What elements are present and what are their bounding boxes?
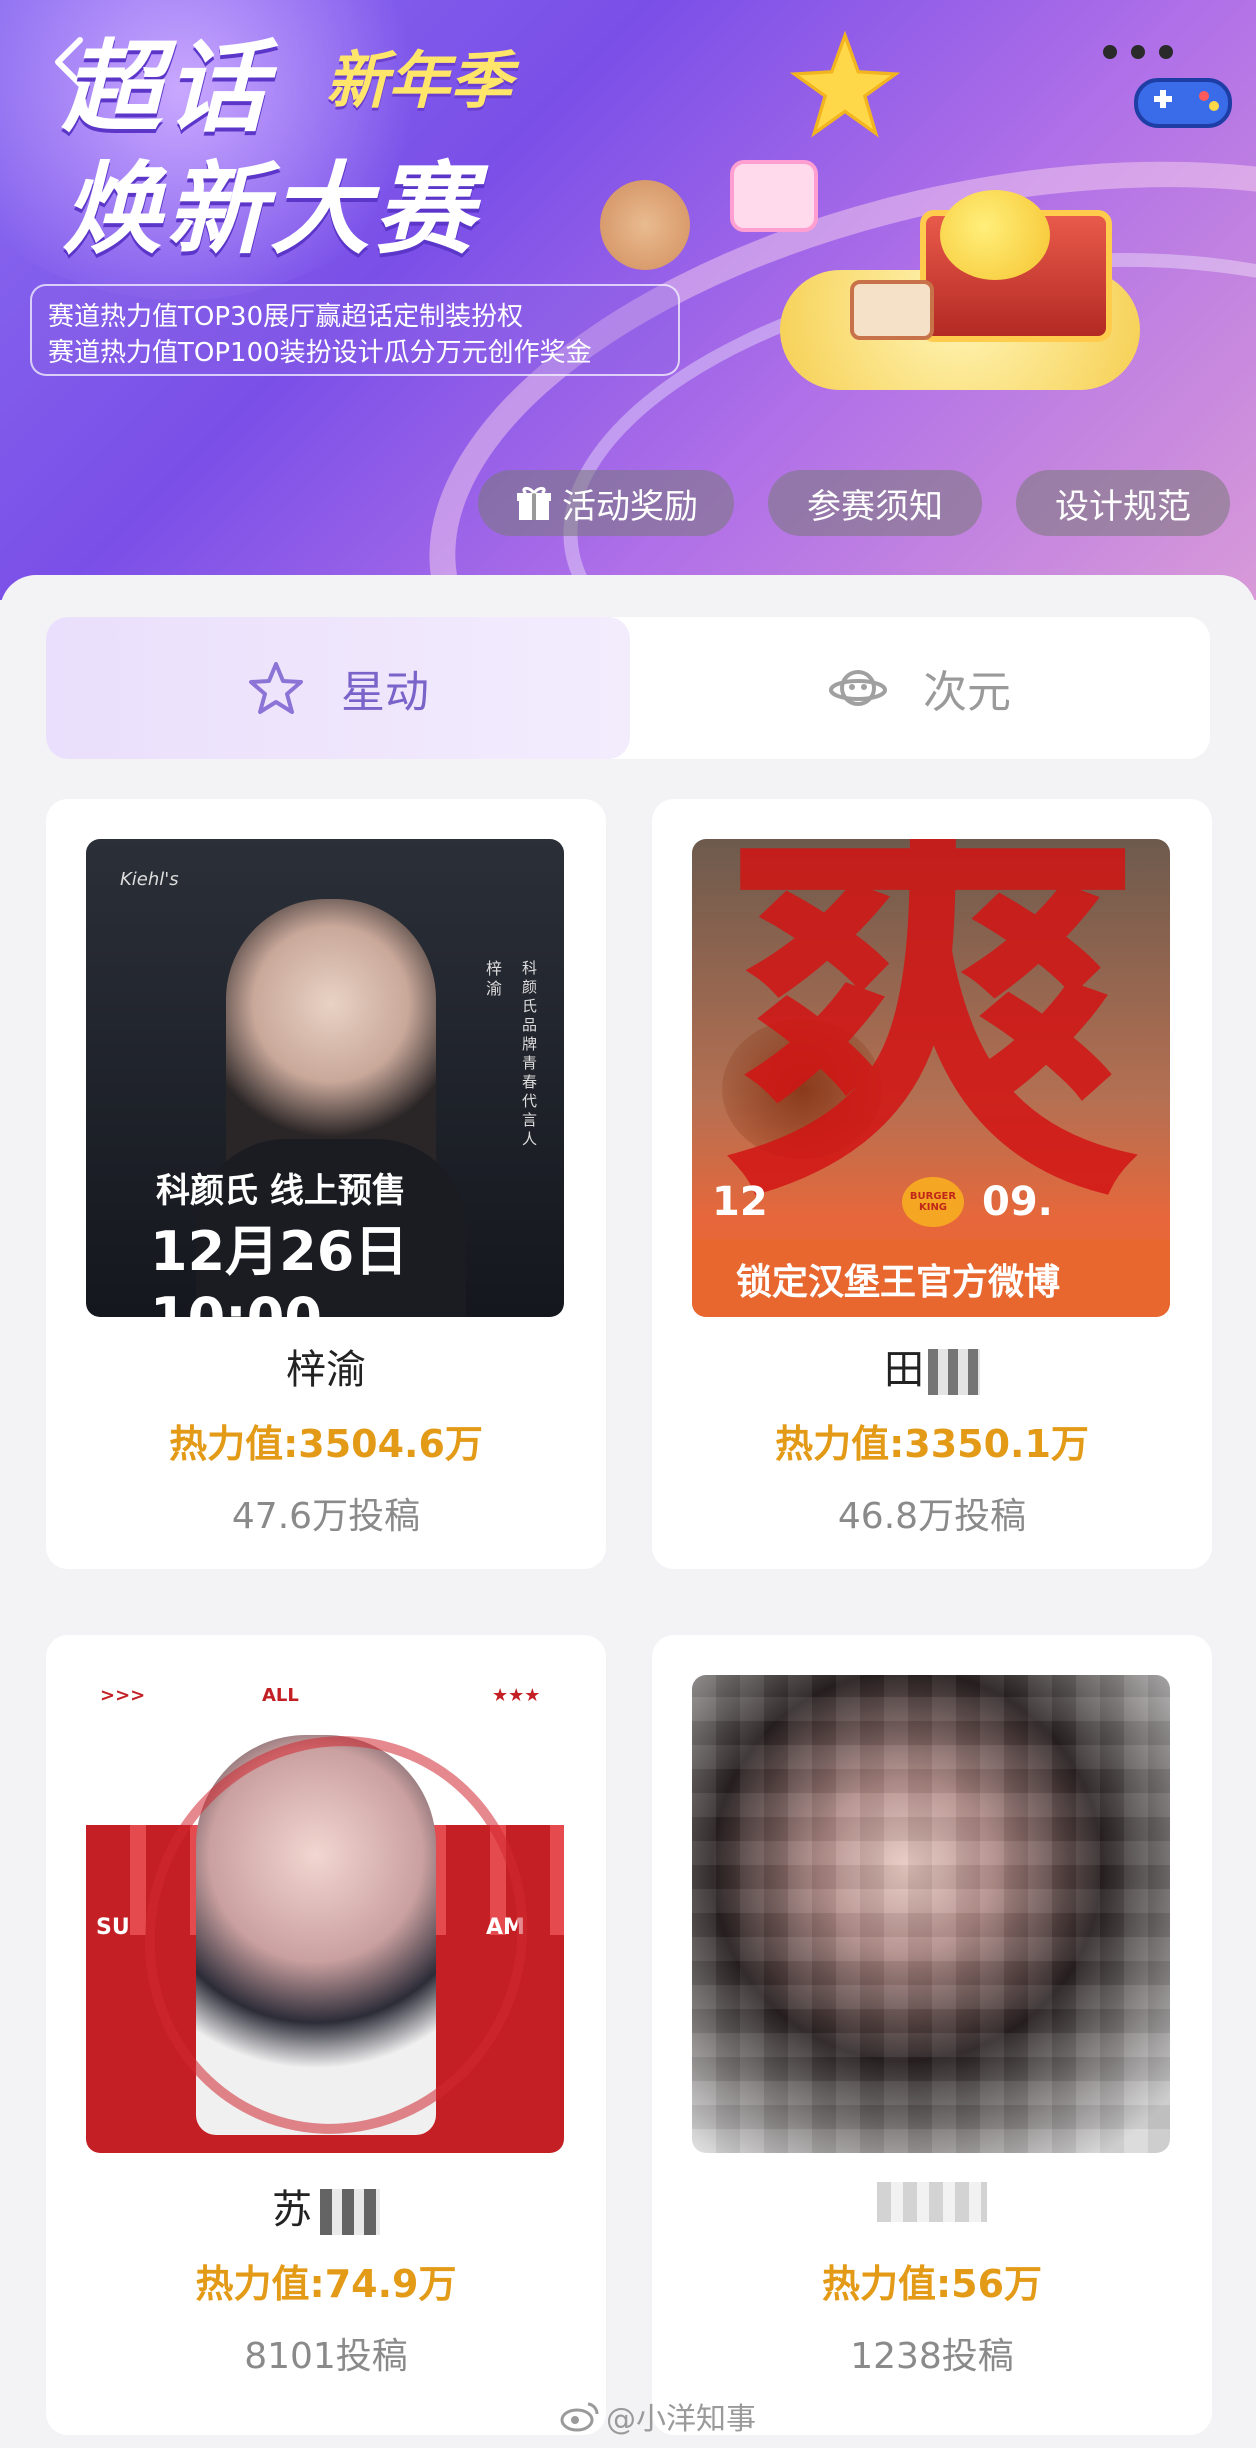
contestant-card[interactable]: >>> ALL ★★★ SU AM 苏 热力值:74.9万 8101投稿 <box>46 1635 606 2435</box>
poster-date-right: 09. <box>982 1179 1053 1225</box>
notice-button[interactable]: 参赛须知 <box>768 470 982 536</box>
contestant-name <box>652 2177 1212 2223</box>
burger-king-logo: BURGER KING <box>902 1177 964 1227</box>
contestant-name-text: 苏 <box>272 2187 312 2233</box>
watermark-text: @小洋知事 <box>606 2402 756 2437</box>
weibo-icon <box>560 2402 599 2432</box>
content-panel: 星动 次元 Kiehl's 梓渝 科颜氏品牌青春代言人 科颜氏 线上预售 12月… <box>0 575 1256 2448</box>
rewards-button-label: 活动奖励 <box>562 486 698 527</box>
mosaic-blur <box>692 1675 1170 2153</box>
heat-value: 热力值:3350.1万 <box>775 1422 1089 1466</box>
mosaic-blur <box>928 1349 980 1395</box>
heat-value: 热力值:3504.6万 <box>169 1422 483 1466</box>
contestant-card[interactable]: Kiehl's 梓渝 科颜氏品牌青春代言人 科颜氏 线上预售 12月26日10:… <box>46 799 606 1569</box>
post-count: 1238投稿 <box>850 2336 1014 2377</box>
poster-image: 爽 12 BURGER KING 09. 锁定汉堡王官方微博 <box>692 839 1170 1317</box>
design-spec-button[interactable]: 设计规范 <box>1016 470 1230 536</box>
poster-image-blurred <box>692 1675 1170 2153</box>
poster-side-name: 梓渝 <box>486 959 503 998</box>
planet-icon <box>829 670 887 706</box>
post-count: 46.8万投稿 <box>837 1496 1027 1537</box>
promo-line-2: 赛道热力值TOP100装扮设计瓜分万元创作奖金 <box>48 338 592 368</box>
promo-line-1: 赛道热力值TOP30展厅赢超话定制装扮权 <box>48 302 524 332</box>
design-spec-button-label: 设计规范 <box>1055 486 1191 527</box>
gamepad-icon[interactable] <box>1128 52 1238 142</box>
poster-tag-left: SU <box>96 1915 130 1940</box>
tv-decoration <box>730 160 818 232</box>
tab-xingdong[interactable]: 星动 <box>46 617 630 759</box>
notice-button-label: 参赛须知 <box>807 486 943 527</box>
star-icon <box>249 662 303 714</box>
poster-date-line: 12月26日10:00 <box>150 1220 409 1317</box>
gift-icon <box>517 486 551 520</box>
contestant-name: 苏 <box>46 2177 606 2235</box>
tab-xingdong-label: 星动 <box>341 667 429 718</box>
coin-decoration <box>600 180 690 270</box>
poster-top-left: >>> <box>100 1685 146 1706</box>
poster-brand-logo: Kiehl's <box>120 869 179 890</box>
poster-image: >>> ALL ★★★ SU AM <box>86 1675 564 2153</box>
contestant-name: 田 <box>652 1337 1212 1395</box>
post-count: 8101投稿 <box>244 2336 408 2377</box>
poster-top-center: ALL <box>262 1685 299 1706</box>
heat-value: 热力值:56万 <box>821 2262 1043 2306</box>
banner-title-season: 新年季 <box>326 44 513 117</box>
overlay-scribble <box>89 1682 564 2153</box>
rewards-button[interactable]: 活动奖励 <box>478 470 734 536</box>
category-tabs: 星动 次元 <box>46 617 1210 759</box>
tab-ciyuan-label: 次元 <box>923 667 1011 718</box>
poster-banner-text: 锁定汉堡王官方微博 <box>736 1262 1061 1303</box>
contestant-name: 梓渝 <box>286 1347 366 1393</box>
star-decoration-icon <box>790 30 900 138</box>
camera-decoration <box>850 280 934 340</box>
poster-top-right: ★★★ <box>492 1685 541 1706</box>
tab-ciyuan[interactable]: 次元 <box>630 617 1210 759</box>
contestant-card[interactable]: 爽 12 BURGER KING 09. 锁定汉堡王官方微博 田 热力值:335… <box>652 799 1212 1569</box>
overlay-scribble: 爽 <box>722 839 1142 1253</box>
poster-date-left: 12 <box>712 1179 768 1225</box>
contestant-name-text: 田 <box>884 1347 924 1393</box>
heat-value: 热力值:74.9万 <box>195 2262 457 2306</box>
poster-sale-line: 科颜氏 线上预售 <box>156 1171 406 1211</box>
mosaic-blur <box>877 2182 987 2222</box>
poster-side-text: 科颜氏品牌青春代言人 <box>522 959 538 1148</box>
banner-title-line2: 焕新大赛 <box>62 151 478 268</box>
mascot-decoration <box>940 190 1050 280</box>
weibo-watermark: @小洋知事 <box>560 2394 756 2438</box>
poster-image: Kiehl's 梓渝 科颜氏品牌青春代言人 科颜氏 线上预售 12月26日10:… <box>86 839 564 1317</box>
post-count: 47.6万投稿 <box>231 1496 421 1537</box>
promo-info-box: 赛道热力值TOP30展厅赢超话定制装扮权 赛道热力值TOP100装扮设计瓜分万元… <box>30 284 680 376</box>
event-banner: 超话 新年季 焕新大赛 赛道热力值TOP30展厅赢超话定制装扮权 赛道热力值TO… <box>0 0 1256 600</box>
mosaic-blur <box>320 2189 380 2235</box>
contestant-card[interactable]: 热力值:56万 1238投稿 <box>652 1635 1212 2435</box>
